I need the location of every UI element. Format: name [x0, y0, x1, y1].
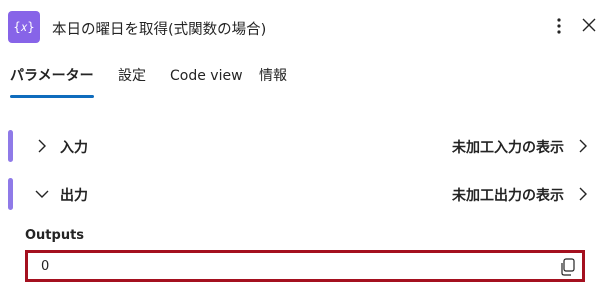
variable-action-icon: {𝑥} — [8, 11, 40, 43]
section-accent-bar — [8, 178, 13, 210]
action-title[interactable]: 本日の曜日を取得(式関数の場合) — [52, 18, 266, 39]
chevron-right-icon[interactable] — [578, 187, 588, 201]
section-accent-bar — [8, 130, 13, 162]
input-section[interactable]: 入力 未加工入力の表示 — [0, 128, 602, 164]
more-options-button[interactable] — [550, 14, 568, 38]
show-raw-outputs-link[interactable]: 未加工出力の表示 — [452, 185, 564, 205]
tab-parameters[interactable]: パラメーター — [10, 66, 94, 98]
tab-info[interactable]: 情報 — [259, 66, 287, 98]
outputs-value: 0 — [41, 259, 50, 274]
active-tab-indicator — [10, 95, 94, 98]
close-icon — [582, 18, 596, 32]
copy-icon[interactable] — [560, 258, 576, 276]
tab-settings[interactable]: 設定 — [118, 66, 146, 98]
output-section-label: 出力 — [60, 188, 88, 204]
panel-header: {𝑥} 本日の曜日を取得(式関数の場合) — [0, 0, 602, 56]
close-button[interactable] — [582, 17, 600, 35]
more-vertical-icon — [557, 18, 561, 34]
chevron-right-icon[interactable] — [578, 139, 588, 153]
tab-code-view[interactable]: Code view — [170, 66, 243, 98]
tab-bar: パラメーター 設定 Code view 情報 — [0, 66, 602, 100]
outputs-value-field[interactable]: 0 — [25, 250, 585, 282]
input-section-label: 入力 — [60, 140, 88, 156]
outputs-field-label: Outputs — [25, 228, 85, 243]
output-section[interactable]: 出力 未加工出力の表示 — [0, 176, 602, 212]
chevron-right-icon[interactable] — [35, 139, 49, 153]
chevron-down-icon[interactable] — [35, 187, 49, 201]
show-raw-inputs-link[interactable]: 未加工入力の表示 — [452, 137, 564, 157]
